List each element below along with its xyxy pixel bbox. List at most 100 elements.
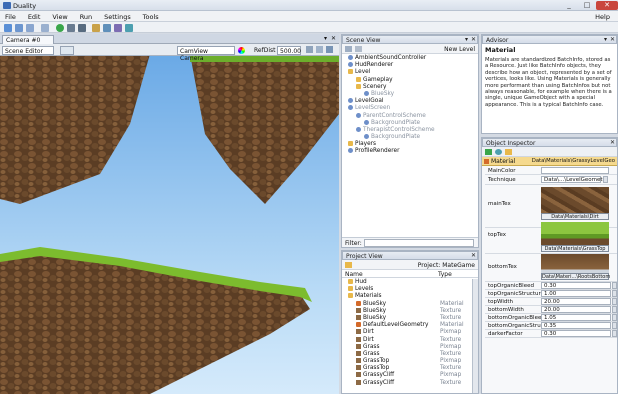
property-label: bottomOrganicBleed (488, 315, 545, 321)
pin-icon[interactable]: ▾ (465, 36, 468, 43)
texture-icon (356, 314, 361, 320)
project-tree-item[interactable]: BlueSky Material (344, 300, 476, 308)
property-value-input[interactable]: 0.35 (541, 322, 611, 329)
project-tree-item[interactable]: Materials (344, 293, 476, 300)
scene-tree-item[interactable]: ProfileRenderer (344, 148, 476, 155)
project-close-icon[interactable]: ✕ (471, 252, 476, 259)
project-tree-item[interactable]: Grass Pixmap (344, 343, 476, 351)
compile-icon[interactable] (92, 24, 100, 32)
new-folder-icon[interactable] (345, 262, 352, 268)
scene-tree-item[interactable]: HudRenderer (344, 62, 476, 69)
scene-tree-item[interactable]: BlueSky (344, 90, 476, 98)
layer-icon[interactable] (60, 46, 74, 55)
project-tree-item[interactable]: GrassyCliff Pixmap (344, 372, 476, 379)
color-wheel-icon[interactable] (238, 47, 245, 54)
property-value-input[interactable]: 0.30 (541, 330, 611, 337)
scene-tree-item[interactable]: Gameplay (344, 76, 476, 84)
new-object-icon[interactable] (345, 46, 352, 52)
technique-dropdown-icon[interactable] (603, 176, 608, 183)
new-level-button[interactable]: New Level (444, 46, 475, 53)
filter-bar: Filter: (342, 237, 478, 247)
project-tree-item[interactable]: Levels (344, 286, 476, 293)
spinner-icon[interactable] (612, 282, 617, 289)
scene-tree-item-label: LevelScreen (355, 105, 391, 112)
grid-icon[interactable] (306, 46, 313, 53)
project-tree-item[interactable]: BlueSky Texture (344, 314, 476, 322)
maximize-button[interactable]: □ (578, 1, 596, 10)
property-value-input[interactable]: 1.00 (541, 290, 611, 297)
scene-tree-item[interactable]: AmbientSoundController (344, 55, 476, 62)
spinner-icon[interactable] (612, 306, 617, 313)
property-value-input[interactable]: 20.00 (541, 306, 611, 313)
scene-tree-item[interactable]: Scenery (344, 83, 476, 91)
spinner-icon[interactable] (612, 330, 617, 337)
minimize-button[interactable]: _ (560, 1, 578, 10)
scene-tree-item[interactable]: BackgroundPlate (344, 134, 476, 141)
inspector-close-icon[interactable]: ✕ (610, 139, 615, 146)
scene-tree-item[interactable]: ParentControlScheme (344, 112, 476, 120)
undo-icon[interactable] (41, 24, 49, 32)
toptex-preview[interactable]: Data\Materials\GrassTop (541, 222, 609, 252)
spinner-icon[interactable] (612, 298, 617, 305)
property-value-input[interactable]: 20.00 (541, 298, 611, 305)
dropdown-icon[interactable]: ▾ (324, 35, 327, 42)
scene-tree-item[interactable]: Level (344, 69, 476, 76)
camera-view[interactable] (0, 34, 339, 394)
upper-right-rock (190, 54, 339, 204)
snap-icon[interactable] (316, 46, 323, 53)
tab-camera[interactable]: Camera #0 (2, 35, 54, 44)
advisor-close-icon[interactable]: ✕ (610, 36, 615, 43)
ref-dist-input[interactable]: 500.00 (277, 46, 301, 55)
refresh-icon[interactable] (485, 149, 492, 155)
scene-close-icon[interactable]: ✕ (471, 36, 476, 43)
scene-tree-item[interactable]: LevelScreen (344, 105, 476, 112)
reload-icon[interactable] (125, 24, 133, 32)
delete-icon[interactable] (355, 46, 362, 52)
col-type[interactable]: Type (438, 271, 452, 278)
camera-select[interactable]: CamView Camera (177, 46, 235, 62)
play-icon[interactable] (56, 24, 64, 32)
project-tree-item[interactable]: DefaultLevelGeometry Material (344, 322, 476, 329)
project-scrollbar[interactable] (472, 279, 478, 393)
property-value-input[interactable]: 1.05 (541, 314, 611, 321)
bottomtex-preview[interactable]: Data\Materi...\RootsBottom (541, 254, 610, 280)
settings-icon[interactable] (103, 24, 111, 32)
inspector-title: Object Inspector (486, 140, 536, 147)
scene-tree-item[interactable]: Players (344, 141, 476, 148)
project-tree-item[interactable]: Dirt Pixmap (344, 329, 476, 336)
main-color-swatch[interactable] (541, 167, 609, 174)
close-icon[interactable]: ✕ (331, 35, 336, 42)
view-options-icon[interactable] (326, 46, 333, 53)
project-tree-item[interactable]: GrassyCliff Texture (344, 379, 476, 387)
maintex-preview[interactable]: Data\Materials\Dirt (541, 187, 609, 220)
col-name[interactable]: Name (345, 271, 363, 278)
close-button[interactable]: ✕ (596, 1, 618, 10)
spinner-icon[interactable] (612, 290, 617, 297)
spinner-icon[interactable] (612, 322, 617, 329)
project-tree-item[interactable]: BlueSky Texture (344, 307, 476, 315)
lock-icon[interactable] (505, 149, 512, 155)
property-value-input[interactable]: 0.30 (541, 282, 611, 289)
new-file-icon[interactable] (4, 24, 12, 32)
project-tree-item[interactable]: GrassTop Texture (344, 365, 476, 372)
scene-tree-item[interactable]: LevelGoal (344, 98, 476, 105)
editor-mode-select[interactable]: Scene Editor (2, 46, 54, 55)
scene-tree-item[interactable]: TherapistControlScheme (344, 126, 476, 134)
debug-icon[interactable] (114, 24, 122, 32)
save-all-icon[interactable] (26, 24, 34, 32)
sort-icon[interactable] (495, 149, 502, 155)
property-label: bottomWidth (488, 307, 524, 313)
filter-input[interactable] (364, 239, 474, 247)
property-row: bottomOrganicStruc 0.35 (485, 322, 617, 330)
project-tree-item[interactable]: GrassTop Pixmap (344, 358, 476, 365)
project-tree-item[interactable]: Hud (344, 279, 476, 286)
save-icon[interactable] (15, 24, 23, 32)
pause-icon[interactable] (67, 24, 75, 32)
technique-field[interactable]: Data\...\LevelGeometry (541, 176, 608, 183)
scene-tree-item[interactable]: BackgroundPlate (344, 119, 476, 127)
project-tree-item[interactable]: Grass Texture (344, 350, 476, 358)
advisor-pin-icon[interactable]: ▾ (604, 36, 607, 43)
project-tree-item[interactable]: Dirt Texture (344, 336, 476, 344)
stop-icon[interactable] (78, 24, 86, 32)
spinner-icon[interactable] (612, 314, 617, 321)
